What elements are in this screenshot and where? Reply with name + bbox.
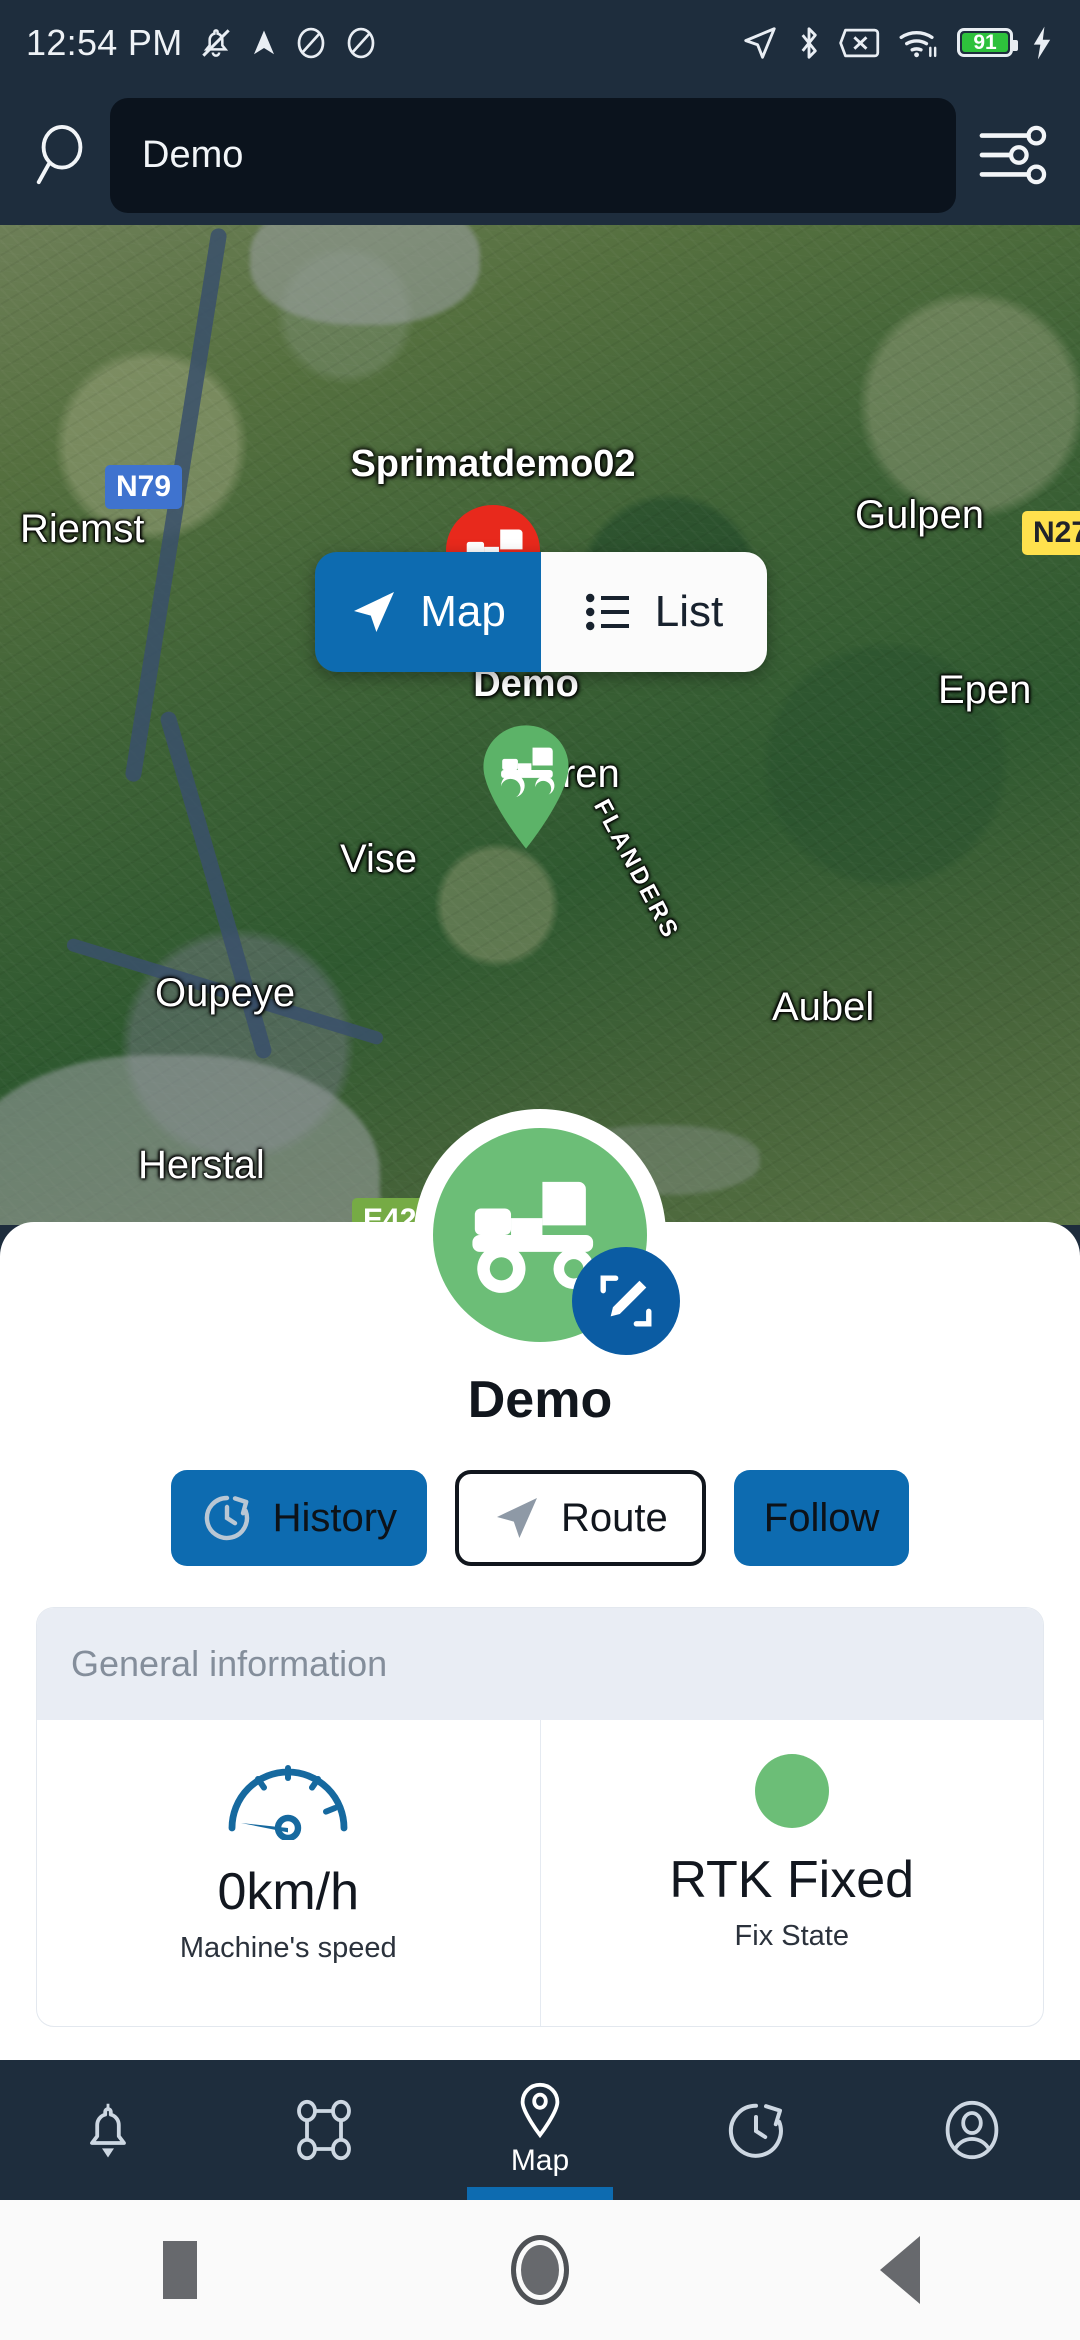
filter-sliders-icon[interactable]	[970, 122, 1056, 188]
info-cell-speed: 0km/h Machine's speed	[37, 1720, 540, 2026]
android-navigation-bar	[0, 2200, 1080, 2340]
route-button-label: Route	[561, 1495, 668, 1540]
status-bar-clock: 12:54 PM	[26, 21, 183, 63]
map-canvas[interactable]: Riemst Gulpen Epen Vise Oupeye Aubel Her…	[0, 225, 1080, 1225]
nav-item-alerts[interactable]	[0, 2060, 216, 2200]
map-pin-icon	[520, 2082, 560, 2139]
tab-list-label: List	[654, 587, 724, 636]
view-toggle: Map List	[315, 552, 767, 672]
app-root: 12:54 PM 91 Demo Riemst Gulpen Epen Vise…	[0, 0, 1080, 2340]
general-information-card: General information 0km/h Machine's spee…	[36, 1607, 1044, 2027]
status-bar-right: 91	[741, 24, 1054, 62]
bell-icon	[90, 2103, 126, 2158]
navigation-arrow-icon	[354, 592, 395, 632]
history-button[interactable]: History	[170, 1470, 428, 1566]
map-marker-demo[interactable]: Demo	[473, 663, 579, 856]
search-icon[interactable]	[24, 124, 100, 186]
wifi-icon	[899, 30, 937, 57]
nav-active-indicator	[467, 2187, 613, 2200]
speedometer-icon	[228, 1765, 348, 1840]
android-back-button[interactable]	[720, 2236, 1080, 2304]
nav-item-history[interactable]	[648, 2060, 864, 2200]
status-bar: 12:54 PM 91	[0, 0, 1080, 85]
android-home-button[interactable]	[360, 2235, 720, 2305]
bottom-navigation: Map	[0, 2060, 1080, 2200]
nav-item-map-label: Map	[510, 2144, 570, 2177]
android-recents-button[interactable]	[0, 2241, 360, 2299]
recents-square-icon	[163, 2241, 197, 2299]
charging-bolt-icon	[1033, 26, 1051, 59]
tab-list[interactable]: List	[541, 552, 767, 672]
battery-percent: 91	[973, 31, 997, 54]
status-badge	[754, 1754, 829, 1828]
history-clock-icon	[728, 2103, 783, 2158]
back-triangle-icon	[880, 2236, 920, 2304]
bluetooth-icon	[801, 26, 817, 59]
info-cell-fix-state: RTK Fixed Fix State	[539, 1720, 1044, 2026]
field-boundary-icon	[297, 2099, 351, 2161]
general-information-header: General information	[37, 1608, 1043, 1720]
navigation-arrow-icon	[253, 30, 274, 54]
avatar	[414, 1109, 680, 1361]
map-marker-label: Sprimatdemo02	[350, 443, 636, 485]
do-not-disturb-icon	[297, 27, 324, 58]
home-circle-icon	[511, 2235, 569, 2305]
battery-icon: 91	[957, 28, 1018, 57]
info-value-speed: 0km/h	[217, 1863, 360, 1921]
general-information-body: 0km/h Machine's speed RTK Fixed Fix Stat…	[37, 1720, 1044, 2026]
info-caption-speed: Machine's speed	[179, 1932, 397, 1964]
road-badge-n278: N278	[1022, 511, 1080, 555]
tab-map[interactable]: Map	[315, 552, 541, 672]
bell-muted-icon	[201, 28, 230, 57]
search-bar: Demo	[0, 85, 1080, 225]
navigation-arrow-icon	[497, 1498, 538, 1538]
nav-item-fields[interactable]	[216, 2060, 432, 2200]
status-bar-left: 12:54 PM	[26, 22, 379, 64]
search-input-value: Demo	[142, 133, 244, 176]
info-value-fix-state: RTK Fixed	[669, 1851, 915, 1909]
route-button[interactable]: Route	[455, 1470, 706, 1566]
page-title: Demo	[467, 1371, 613, 1429]
do-not-disturb-icon	[347, 27, 374, 58]
history-button-label: History	[272, 1495, 398, 1540]
urban-area-maastricht	[250, 225, 480, 325]
tab-map-label: Map	[420, 587, 506, 636]
follow-button-label: Follow	[763, 1495, 880, 1540]
edit-pencil-icon	[600, 1275, 652, 1327]
history-clock-icon	[204, 1495, 249, 1541]
search-input[interactable]: Demo	[110, 97, 956, 213]
sim-no-signal-icon	[839, 28, 880, 57]
general-information-title: General information	[71, 1643, 388, 1684]
nav-item-map[interactable]: Map	[432, 2060, 648, 2200]
nav-item-profile[interactable]	[864, 2060, 1080, 2200]
action-buttons: History Route Follow	[0, 1470, 1080, 1566]
info-caption-fix-state: Fix State	[734, 1920, 849, 1952]
road-badge-n79: N79	[105, 465, 183, 509]
location-share-icon	[744, 26, 776, 59]
edit-machine-button[interactable]	[572, 1247, 680, 1355]
machine-detail-sheet: Demo History Route Follow General inform…	[0, 1109, 1080, 2060]
list-icon	[585, 593, 629, 631]
follow-button[interactable]: Follow	[733, 1470, 910, 1566]
profile-icon	[945, 2100, 999, 2160]
